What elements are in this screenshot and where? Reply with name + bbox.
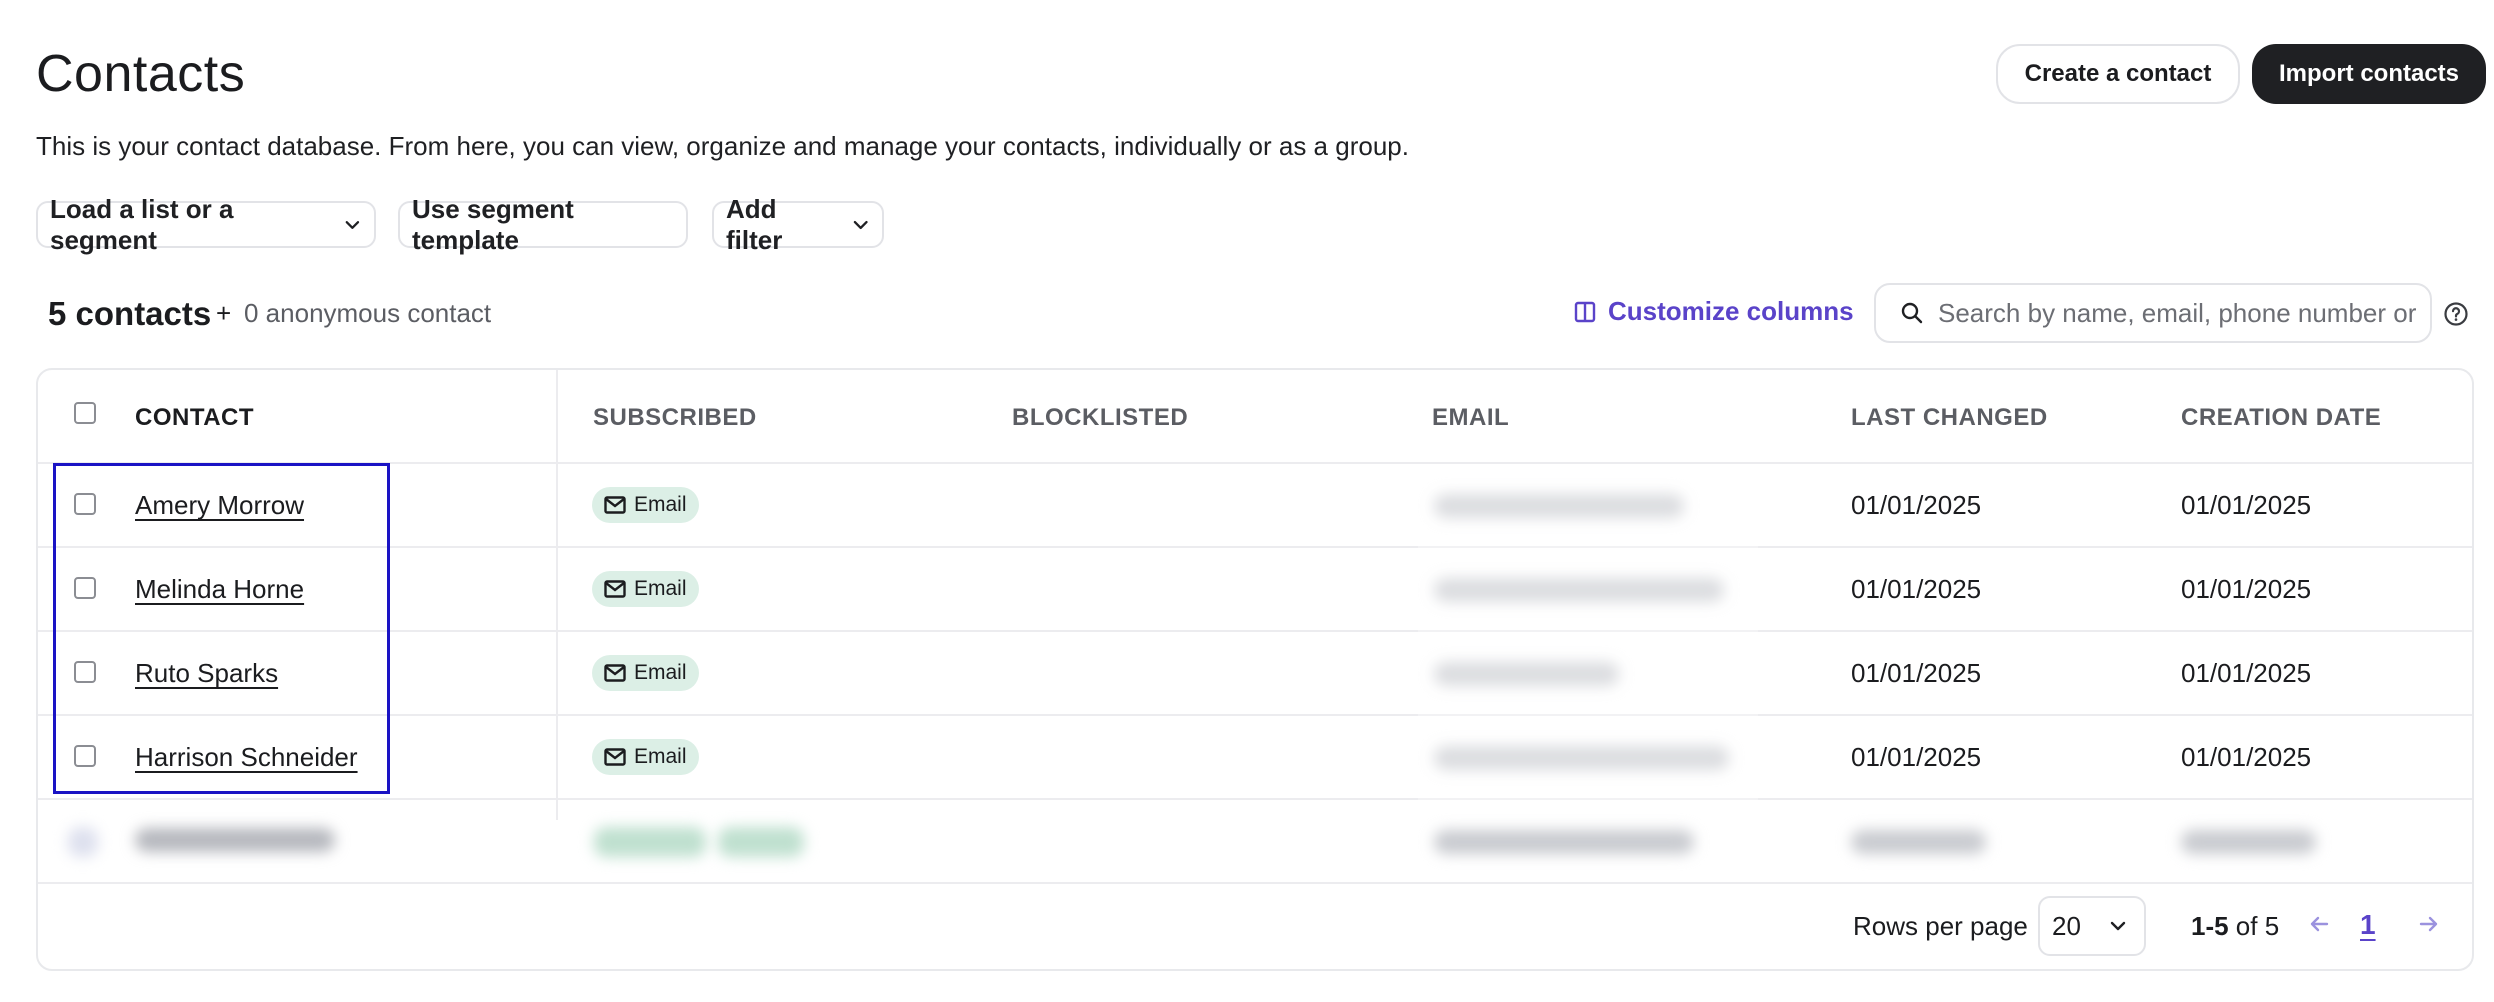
mail-icon [604, 748, 626, 766]
pagination-bar: Rows per page 20 1-5 of 5 1 [38, 881, 2472, 969]
subscribed-label: Email [634, 493, 687, 516]
column-header-last-changed[interactable]: LAST CHANGED [1851, 404, 2048, 432]
rows-per-page-value: 20 [2052, 910, 2081, 941]
arrow-left-icon[interactable] [2308, 913, 2330, 935]
page-title: Contacts [36, 45, 246, 103]
table-row[interactable]: Ruto Sparks Email 01/01/2025 01/01/2025 [38, 632, 2472, 716]
column-header-blocklisted[interactable]: BLOCKLISTED [1012, 404, 1188, 432]
load-list-dropdown[interactable]: Load a list or a segment [36, 194, 376, 255]
chevron-down-icon [853, 220, 868, 229]
last-changed-value: 01/01/2025 [1851, 658, 1982, 688]
range-total: of 5 [2228, 911, 2280, 941]
subscribed-badge-redacted [718, 827, 804, 857]
customize-columns-button[interactable]: Customize columns [1574, 296, 1854, 327]
column-header-contact[interactable]: CONTACT [135, 404, 254, 432]
columns-icon [1574, 301, 1596, 322]
rows-per-page-label: Rows per page [1853, 911, 2028, 941]
anonymous-count: 0 anonymous contact [244, 298, 492, 328]
segment-template-button[interactable]: Use segment template [398, 194, 688, 255]
creation-date-redacted [2181, 830, 2316, 854]
rows-per-page-select[interactable]: 20 [2038, 896, 2146, 956]
column-header-subscribed[interactable]: SUBSCRIBED [593, 404, 757, 432]
help-circle-icon[interactable] [2443, 301, 2469, 327]
table-row[interactable]: Melinda Horne Email 01/01/2025 01/01/202… [38, 548, 2472, 632]
table-row[interactable]: Amery Morrow Email 01/01/2025 01/01/2025 [38, 464, 2472, 548]
create-contact-button[interactable]: Create a contact [1996, 44, 2240, 104]
mail-icon [604, 580, 626, 598]
pagination-range: 1-5 of 5 [2191, 911, 2279, 942]
last-changed-value: 01/01/2025 [1851, 742, 1982, 772]
load-list-label: Load a list or a segment [50, 193, 234, 255]
selection-highlight [53, 463, 390, 794]
last-changed-redacted [1851, 830, 1986, 854]
count-plus: + [216, 298, 232, 328]
creation-date-value: 01/01/2025 [2181, 490, 2312, 520]
subscribed-label: Email [634, 661, 687, 684]
subscribed-label: Email [634, 745, 687, 768]
table-header: CONTACT SUBSCRIBED BLOCKLISTED EMAIL LAS… [38, 370, 2472, 464]
add-filter-label: Add filter [726, 193, 783, 255]
customize-columns-label: Customize columns [1608, 296, 1854, 326]
chevron-down-icon [2110, 921, 2126, 931]
email-value-redacted [1434, 830, 1694, 854]
search-input[interactable] [1938, 297, 2418, 329]
subscribed-badge: Email [592, 487, 699, 523]
add-filter-dropdown[interactable]: Add filter [712, 194, 884, 255]
mail-icon [604, 496, 626, 514]
contacts-table: CONTACT SUBSCRIBED BLOCKLISTED EMAIL LAS… [36, 368, 2474, 971]
email-blur-overlay [1418, 464, 1758, 816]
import-contacts-button[interactable]: Import contacts [2252, 44, 2486, 104]
subscribed-badge: Email [592, 655, 699, 691]
page-description: This is your contact database. From here… [36, 131, 1409, 161]
subscribed-label: Email [634, 577, 687, 600]
creation-date-value: 01/01/2025 [2181, 574, 2312, 604]
row-checkbox-redacted [68, 827, 98, 857]
creation-date-value: 01/01/2025 [2181, 742, 2312, 772]
last-changed-value: 01/01/2025 [1851, 574, 1982, 604]
page-number-link[interactable]: 1 [2360, 909, 2376, 941]
subscribed-badge-redacted [594, 827, 706, 857]
mail-icon [604, 664, 626, 682]
subscribed-badge: Email [592, 739, 699, 775]
contacts-count: 5 contacts [48, 295, 212, 332]
search-icon [1901, 302, 1923, 324]
column-header-email[interactable]: EMAIL [1432, 404, 1509, 432]
creation-date-value: 01/01/2025 [2181, 658, 2312, 688]
column-header-creation-date[interactable]: CREATION DATE [2181, 404, 2381, 432]
search-box[interactable] [1874, 283, 2432, 343]
arrow-right-icon[interactable] [2418, 913, 2440, 935]
table-row-redacted[interactable] [38, 800, 2472, 884]
chevron-down-icon [345, 220, 360, 229]
segment-template-label: Use segment template [412, 193, 574, 255]
select-all-checkbox[interactable] [74, 402, 96, 424]
table-row[interactable]: Harrison Schneider Email 01/01/2025 01/0… [38, 716, 2472, 800]
range-bold: 1-5 [2191, 911, 2229, 941]
subscribed-badge: Email [592, 571, 699, 607]
last-changed-value: 01/01/2025 [1851, 490, 1982, 520]
contact-name-redacted [135, 828, 335, 852]
